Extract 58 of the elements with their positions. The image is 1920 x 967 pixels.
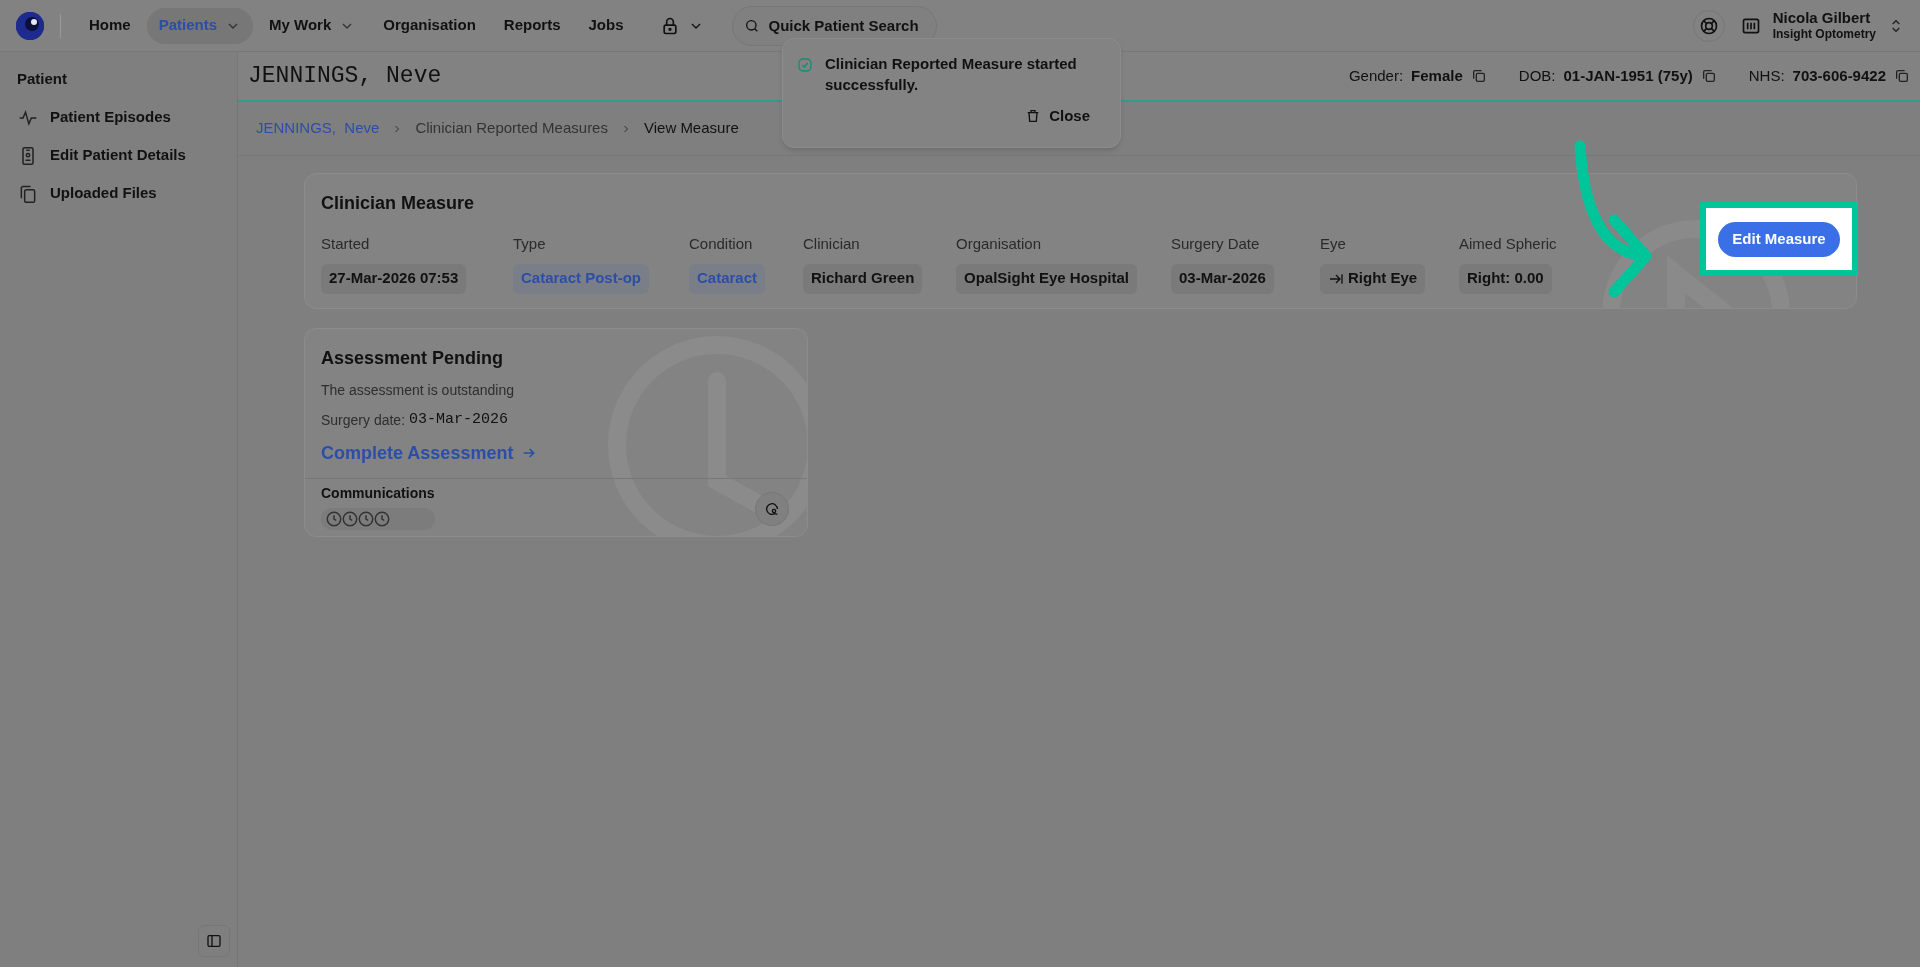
field-value: 27-Mar-2026 07:53: [321, 263, 467, 294]
message-search-icon: [764, 501, 780, 517]
close-button[interactable]: Close: [1025, 105, 1090, 128]
field-label: Type: [513, 234, 546, 254]
message-search-button[interactable]: [755, 492, 789, 526]
field-value: 703-606-9422: [1792, 65, 1886, 86]
logo-icon[interactable]: [16, 11, 44, 40]
lifebuoy-icon: [1698, 15, 1719, 36]
field-label: Condition: [689, 234, 753, 254]
nav-tab[interactable]: Organisation: [371, 7, 488, 44]
field-value: OpalSight Eye Hospital: [956, 263, 1138, 294]
nav-tab[interactable]: Jobs: [576, 7, 636, 44]
field-label: Gender:: [1348, 65, 1404, 86]
toast-message: Clinician Reported Measure started successfully.: [825, 54, 1078, 95]
field-value: 03-Mar-2026: [1171, 263, 1274, 294]
files-icon: [18, 183, 38, 204]
check-badge-icon: [797, 57, 813, 73]
field-label: DOB:: [1518, 65, 1556, 86]
user-name: Nicola Gilbert: [1772, 8, 1872, 28]
tag: Cataract: [689, 263, 766, 294]
field-value: Right Eye: [1320, 263, 1426, 294]
field-value: 03-Mar-2026: [409, 410, 509, 430]
pulse-icon: [18, 107, 38, 128]
sidebar-item[interactable]: Uploaded Files: [0, 174, 237, 213]
breadcrumb-current: View Measure: [643, 118, 739, 139]
field-value: Right: 0.00: [1459, 263, 1552, 294]
copy-icon[interactable]: [1470, 68, 1487, 84]
sidebar-toggle-button[interactable]: [198, 925, 230, 957]
breadcrumb-link[interactable]: Clinician Reported Measures: [415, 117, 608, 140]
sidebar-item[interactable]: Edit Patient Details: [0, 136, 237, 175]
field-label: NHS:: [1748, 65, 1785, 86]
nav-tab[interactable]: Home: [77, 7, 143, 44]
card-title: Assessment Pending: [321, 347, 505, 370]
patient-name: JENNINGS, Neve: [248, 61, 442, 91]
description-text: The assessment is outstanding: [321, 381, 515, 400]
tag: Cataract Post-op: [513, 263, 650, 294]
field-label: Eye: [1320, 234, 1346, 254]
organisation-name: Insight Optometry: [1772, 27, 1876, 43]
copy-icon[interactable]: [1700, 68, 1717, 84]
communications-label: Communications: [321, 484, 435, 503]
field-value: Female: [1411, 65, 1463, 86]
nav-tab[interactable]: Reports: [491, 7, 573, 44]
sidebar-heading: Patient: [16, 69, 68, 89]
field-label: Aimed Spheric: [1459, 234, 1557, 254]
field-label: Organisation: [956, 234, 1042, 254]
sidebar-item[interactable]: Patient Episodes: [0, 98, 237, 137]
field-label: Surgery Date: [1171, 234, 1260, 254]
edit-measure-button[interactable]: Edit Measure: [1718, 221, 1840, 257]
field-value: 01-JAN-1951 (75y): [1563, 65, 1693, 86]
sidebar-icon: [206, 933, 222, 949]
card-title: Clinician Measure: [321, 192, 476, 215]
nav-tab[interactable]: My Work: [257, 7, 368, 44]
field-label: Clinician: [803, 234, 860, 254]
field-value: Richard Green: [803, 263, 923, 294]
field-label: Surgery date:: [321, 410, 406, 430]
copy-icon[interactable]: [1894, 68, 1910, 84]
field-label: Started: [321, 234, 370, 254]
search-icon: [743, 17, 760, 34]
